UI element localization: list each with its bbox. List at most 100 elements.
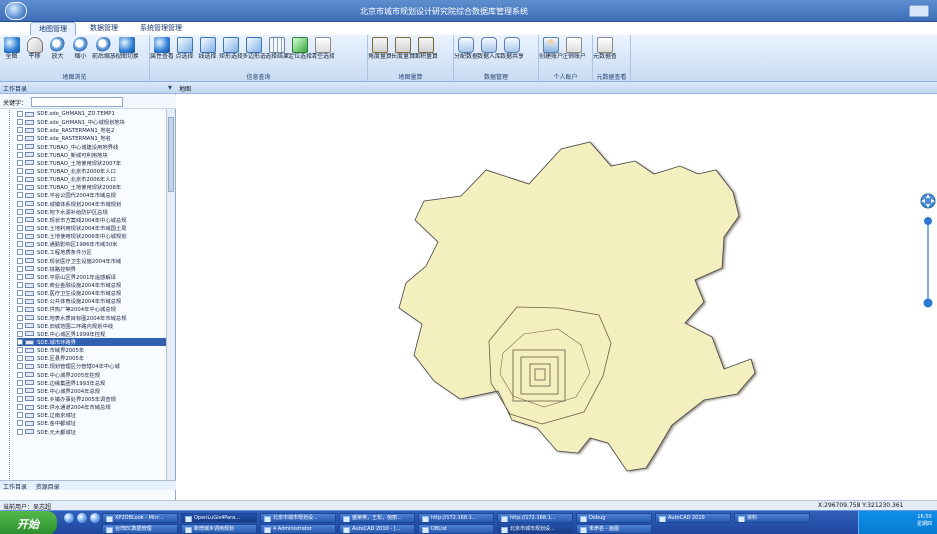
layer-list-item[interactable]: SDE.公共体育设施2004年市域总规 [17, 297, 167, 305]
toolbar-button[interactable]: 放大 [46, 35, 69, 70]
layer-checkbox[interactable] [17, 257, 23, 264]
layer-checkbox[interactable] [17, 420, 23, 427]
taskbar-window-button[interactable]: 未命名 - 画图 [576, 524, 652, 534]
quick-launch-icon[interactable] [77, 513, 87, 523]
map-canvas[interactable] [176, 94, 937, 499]
layer-checkbox[interactable] [17, 282, 23, 289]
toolbar-button[interactable]: 数据入库 [477, 35, 500, 70]
layer-list-item[interactable]: SDE.平谷公园代2004年市域总规 [17, 191, 167, 199]
layer-list-item[interactable]: SDE.元大都城址 [17, 427, 167, 436]
keyword-input[interactable] [31, 97, 123, 107]
taskbar-window-button[interactable]: AutoCAD 2010 - [... [339, 524, 415, 534]
layer-checkbox[interactable] [17, 265, 23, 272]
layer-checkbox[interactable] [17, 192, 23, 199]
layer-checkbox[interactable] [17, 290, 23, 297]
layer-checkbox[interactable] [17, 298, 23, 305]
toolbar-button[interactable]: 长度量算 [391, 35, 414, 70]
layer-checkbox[interactable] [17, 387, 23, 394]
toolbar-button[interactable]: 元数据查看 [593, 35, 616, 70]
toolbar-button[interactable]: 选择结果 [265, 35, 288, 70]
layer-checkbox[interactable] [17, 306, 23, 313]
layer-list-item[interactable]: SDE.TUBAO_新城可利用地块 [17, 151, 167, 159]
layer-checkbox[interactable] [17, 225, 23, 232]
layer-list-item[interactable]: SDE.市域界2005年 [17, 346, 167, 354]
toolbar-button[interactable]: 前后缩放 [92, 35, 115, 70]
toolbar-button[interactable]: 多边形选择 [242, 35, 265, 70]
layer-list-item[interactable]: SDE.城市环路界 [17, 337, 167, 347]
toolbar-button[interactable]: 线选择 [196, 35, 219, 70]
menu-tab[interactable]: 系统管理管理 [132, 22, 190, 35]
layer-checkbox[interactable] [17, 363, 23, 370]
layer-list-item[interactable]: SDE.地下水源补给防护区总规 [17, 208, 167, 216]
layer-list-item[interactable]: SDE.中心城区界1999年控规 [17, 330, 167, 338]
quick-launch-icon[interactable] [90, 513, 100, 523]
toolbar-button[interactable]: 注销账户 [562, 35, 585, 70]
layer-list-item[interactable]: SDE.商业金融设施2004年市域总规 [17, 281, 167, 289]
layer-checkbox[interactable] [17, 412, 23, 419]
quick-launch-icon[interactable] [64, 513, 74, 523]
layer-list-item[interactable]: SDE.铁路控制界 [17, 265, 167, 273]
layer-list-item[interactable]: SDE.医疗卫生设施2004年市域总规 [17, 289, 167, 297]
layer-checkbox[interactable] [17, 241, 23, 248]
toolbar-button[interactable]: 视图切换 [115, 35, 138, 70]
taskbar-window-button[interactable]: Debug [576, 513, 652, 523]
taskbar-window-button[interactable]: 盛荣英，王松，倪丽... [339, 513, 415, 523]
layer-list-item[interactable]: SDE.TUBAO_土地使用现状2007年 [17, 159, 167, 167]
taskbar-window-button[interactable]: 资料 [734, 513, 810, 523]
panel-pin-icon[interactable]: ▾ [168, 83, 172, 92]
layer-list-item[interactable]: SDE.sde_GHMAN1_ZD.TEMP1 [17, 110, 167, 118]
taskbar-window-button[interactable]: AutoCAD 2010 [655, 513, 731, 523]
toolbar-button[interactable]: 矩形选择 [219, 35, 242, 70]
zoom-in-icon[interactable] [924, 217, 932, 225]
layer-checkbox[interactable] [17, 379, 23, 386]
layer-checkbox[interactable] [17, 208, 23, 215]
layer-checkbox[interactable] [17, 249, 23, 256]
layer-checkbox[interactable] [17, 168, 23, 175]
taskbar-window-button[interactable]: OpenLuGis4Para... [181, 513, 257, 523]
layer-list-item[interactable]: SDE.通勤影响区1986年市域30米 [17, 240, 167, 248]
layer-checkbox[interactable] [17, 273, 23, 280]
toolbar-button[interactable]: 分配数据 [454, 35, 477, 70]
layer-checkbox[interactable] [17, 135, 23, 142]
layer-list-item[interactable]: SDE.TUBAO_北京市2006年人口 [17, 175, 167, 183]
layer-checkbox[interactable] [17, 159, 23, 166]
layer-list-item[interactable]: SDE.乡镇办事处界2005年调查规 [17, 395, 167, 403]
layer-checkbox[interactable] [17, 111, 23, 118]
taskbar-window-button[interactable]: 北京市城市规划设... [260, 513, 336, 523]
layer-checkbox[interactable] [17, 355, 23, 362]
layer-checkbox[interactable] [17, 184, 23, 191]
tab-working-directory[interactable]: 工作目录 [0, 481, 30, 492]
taskbar-window-button[interactable]: 台湾EC数据管理 [102, 524, 178, 534]
taskbar-window-button[interactable]: XP2OBLook - Micr... [102, 513, 178, 523]
toolbar-button[interactable]: 清空选择 [311, 35, 334, 70]
taskbar-window-button[interactable]: DBList [418, 524, 494, 534]
layer-list-item[interactable]: SDE.地表水质目标图2004年市域总规 [17, 314, 167, 322]
layer-checkbox[interactable] [17, 314, 23, 321]
layer-checkbox[interactable] [17, 127, 23, 134]
layer-list-item[interactable]: SDE.现状市方案线2004年中心城总规 [17, 216, 167, 224]
layer-list-item[interactable]: SDE.sde_RASTERMAN1_地名 [17, 134, 167, 142]
layer-checkbox[interactable] [17, 233, 23, 240]
layer-checkbox[interactable] [17, 330, 23, 337]
layer-list-item[interactable]: SDE.城镇体系规划2004年市域规划 [17, 200, 167, 208]
layer-list-item[interactable]: SDE.土地利用现状2004年市域国土局 [17, 224, 167, 232]
scrollbar-thumb[interactable] [168, 117, 174, 192]
layer-checkbox[interactable] [17, 322, 23, 329]
layer-checkbox[interactable] [17, 216, 23, 223]
layer-list-item[interactable]: SDE.工程地质条件分区 [17, 248, 167, 256]
toolbar-button[interactable]: 面积量算 [414, 35, 437, 70]
layer-list-item[interactable]: SDE.旧城范围二环路内规划中线 [17, 322, 167, 330]
toolbar-button[interactable]: 属性查看 [150, 35, 173, 70]
toolbar-button[interactable]: 缩小 [69, 35, 92, 70]
layer-list-item[interactable]: SDE.边缘集团界1993年总规 [17, 379, 167, 387]
layer-checkbox[interactable] [17, 428, 23, 435]
layer-list-item[interactable]: SDE.中心城界2004年总规 [17, 387, 167, 395]
window-controls[interactable] [909, 5, 929, 17]
map-navigation-control[interactable] [920, 193, 936, 313]
layer-checkbox[interactable] [17, 200, 23, 207]
toolbar-button[interactable]: 角度量算 [368, 35, 391, 70]
layer-checkbox[interactable] [17, 395, 23, 402]
layer-checkbox[interactable] [17, 371, 23, 378]
toolbar-button[interactable]: 平移 [23, 35, 46, 70]
layer-list-item[interactable]: SDE.TUBAO_土地使用现状2008年 [17, 183, 167, 191]
